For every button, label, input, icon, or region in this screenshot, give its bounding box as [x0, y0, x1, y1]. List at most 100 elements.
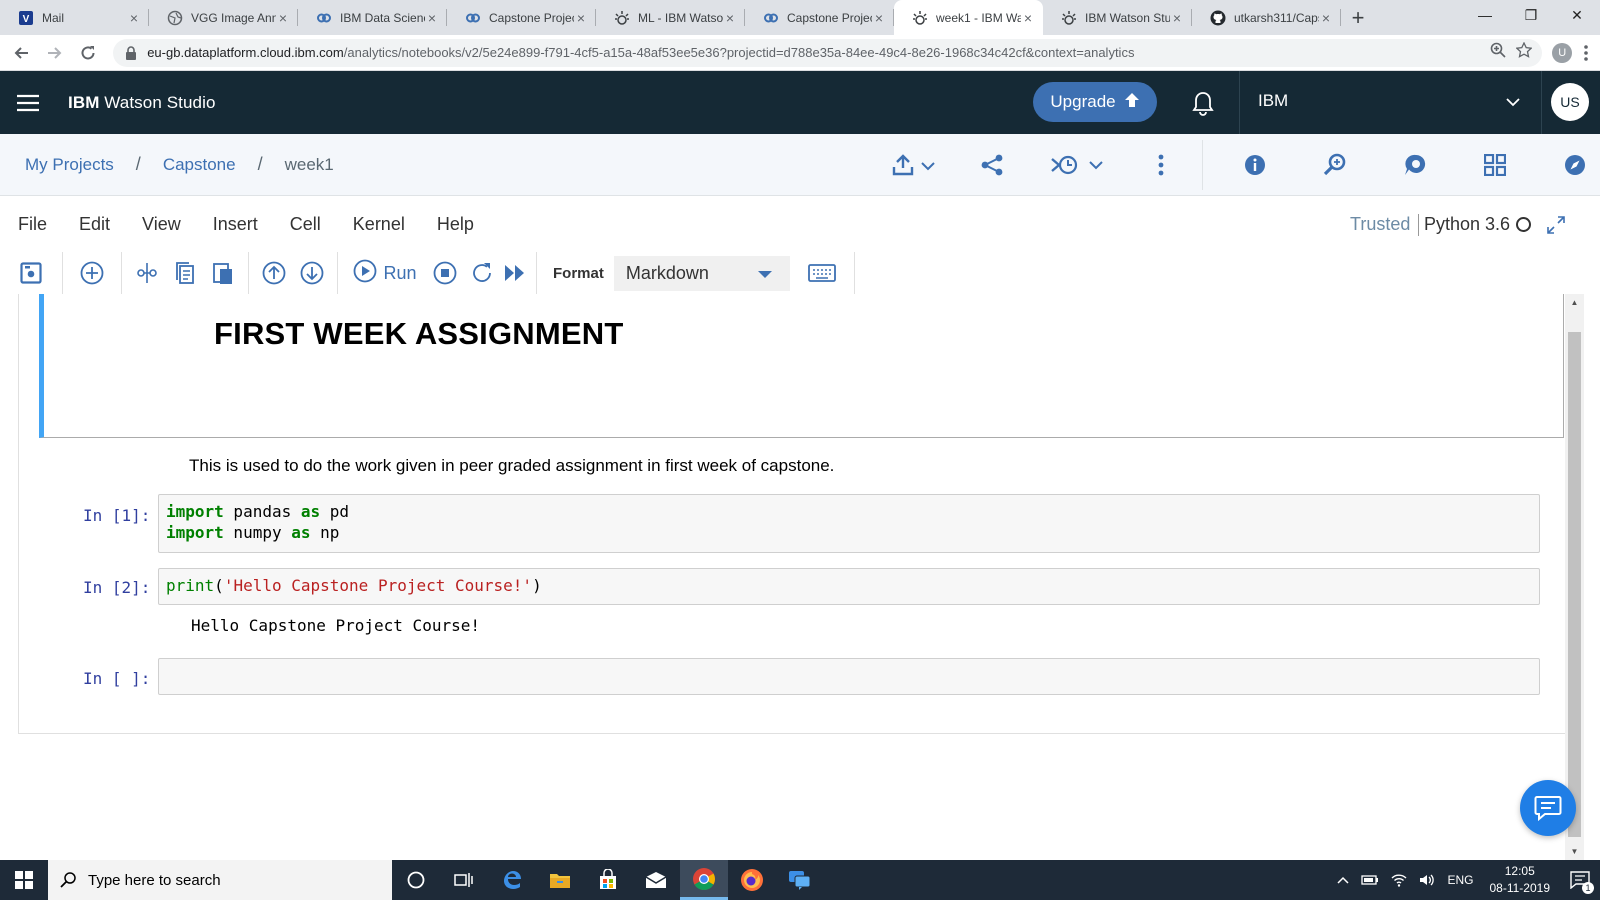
app-brand[interactable]: IBM Watson Studio	[68, 93, 216, 113]
account-name[interactable]: IBM	[1258, 91, 1288, 111]
info-icon[interactable]	[1215, 134, 1295, 196]
volume-icon[interactable]	[1413, 873, 1441, 887]
keyboard-shortcuts-icon[interactable]	[796, 252, 848, 294]
vertical-scrollbar[interactable]: ▲ ▼	[1565, 294, 1584, 860]
windows-start-icon[interactable]	[0, 860, 48, 900]
expand-icon[interactable]	[1546, 215, 1566, 240]
code-cell[interactable]: import pandas as pd import numpy as np	[158, 494, 1540, 553]
back-arrow-icon[interactable]	[4, 36, 38, 70]
new-tab-button[interactable]: +	[1341, 0, 1375, 35]
close-tab-icon[interactable]: ×	[1319, 10, 1333, 26]
cortana-icon[interactable]	[392, 860, 440, 900]
menu-insert[interactable]: Insert	[213, 214, 258, 235]
scroll-down-icon[interactable]: ▼	[1565, 843, 1584, 860]
empty-code-cell[interactable]	[158, 658, 1540, 695]
play-icon	[353, 259, 377, 288]
browser-tab[interactable]: Capstone Projec ×	[447, 0, 596, 35]
close-tab-icon[interactable]: ×	[425, 10, 439, 26]
battery-icon[interactable]	[1355, 874, 1385, 886]
url-field[interactable]: eu-gb.dataplatform.cloud.ibm.com/analyti…	[113, 38, 1543, 67]
cell-format-select[interactable]: Markdown	[613, 255, 790, 291]
task-view-icon[interactable]	[440, 860, 488, 900]
zoom-icon[interactable]	[1490, 42, 1506, 63]
markdown-cell-selected[interactable]: FIRST WEEK ASSIGNMENT	[39, 294, 1564, 438]
scrollbar-thumb[interactable]	[1568, 332, 1581, 837]
browser-tab[interactable]: IBM Watson Stu ×	[1043, 0, 1192, 35]
breadcrumb-capstone[interactable]: Capstone	[163, 155, 236, 175]
edge-browser-icon[interactable]	[488, 860, 536, 900]
save-icon[interactable]	[6, 252, 56, 294]
mail-app-icon[interactable]	[632, 860, 680, 900]
upgrade-button[interactable]: Upgrade	[1033, 82, 1157, 122]
menu-view[interactable]: View	[142, 214, 181, 235]
find-data-icon[interactable]	[1295, 134, 1375, 196]
browser-tab-active[interactable]: week1 - IBM Wa ×	[894, 0, 1043, 35]
chat-button[interactable]	[1520, 780, 1576, 836]
comments-icon[interactable]	[1375, 134, 1455, 196]
hamburger-menu-icon[interactable]	[0, 71, 56, 134]
run-button[interactable]: Run	[344, 252, 426, 294]
file-explorer-icon[interactable]	[536, 860, 584, 900]
profile-avatar[interactable]: U	[1552, 42, 1573, 63]
paste-cell-icon[interactable]	[204, 252, 242, 294]
user-avatar[interactable]: US	[1551, 83, 1589, 121]
move-up-icon[interactable]	[255, 252, 293, 294]
markdown-paragraph[interactable]: This is used to do the work given in pee…	[189, 456, 834, 476]
kernel-name[interactable]: Python 3.6	[1424, 214, 1510, 235]
breadcrumb-my-projects[interactable]: My Projects	[25, 155, 114, 175]
copy-cell-icon[interactable]	[166, 252, 204, 294]
menu-edit[interactable]: Edit	[79, 214, 110, 235]
browser-tab[interactable]: utkarsh311/Caps ×	[1192, 0, 1341, 35]
scroll-up-icon[interactable]: ▲	[1565, 294, 1584, 311]
chrome-icon[interactable]	[680, 860, 728, 900]
close-tab-icon[interactable]: ×	[1170, 10, 1184, 26]
firefox-icon[interactable]	[728, 860, 776, 900]
browser-tab[interactable]: Capstone Projec ×	[745, 0, 894, 35]
restore-icon[interactable]: ❐	[1508, 0, 1554, 30]
share-icon[interactable]	[952, 134, 1032, 196]
version-history-button[interactable]	[1032, 134, 1122, 196]
chevron-down-icon[interactable]	[1506, 94, 1520, 112]
cut-cell-icon[interactable]	[128, 252, 166, 294]
close-tab-icon[interactable]: ×	[276, 10, 290, 26]
trusted-indicator[interactable]: Trusted	[1350, 214, 1410, 235]
minimize-icon[interactable]: —	[1462, 0, 1508, 30]
code-cell[interactable]: print('Hello Capstone Project Course!')	[158, 568, 1540, 605]
wifi-icon[interactable]	[1385, 873, 1413, 887]
close-tab-icon[interactable]: ×	[127, 10, 141, 26]
taskbar-search[interactable]: Type here to search	[48, 860, 392, 900]
clock[interactable]: 12:05 08-11-2019	[1480, 863, 1561, 897]
compass-icon[interactable]	[1535, 134, 1600, 196]
browser-menu-icon[interactable]	[1572, 44, 1600, 61]
stop-icon[interactable]	[426, 252, 464, 294]
add-cell-icon[interactable]	[69, 252, 115, 294]
notification-bell-icon[interactable]	[1188, 88, 1218, 118]
fast-forward-icon[interactable]	[500, 252, 530, 294]
microsoft-store-icon[interactable]	[584, 860, 632, 900]
browser-tab[interactable]: V Mail ×	[0, 0, 149, 35]
bookmark-star-icon[interactable]	[1515, 41, 1534, 63]
browser-tab[interactable]: IBM Data Scienc ×	[298, 0, 447, 35]
feedback-app-icon[interactable]	[776, 860, 824, 900]
close-tab-icon[interactable]: ×	[872, 10, 886, 26]
reload-icon[interactable]	[71, 36, 105, 70]
menu-cell[interactable]: Cell	[290, 214, 321, 235]
close-tab-icon[interactable]: ×	[723, 10, 737, 26]
chevron-up-icon[interactable]	[1331, 876, 1355, 884]
more-options-icon[interactable]	[1122, 134, 1200, 196]
restart-kernel-icon[interactable]	[464, 252, 500, 294]
close-tab-icon[interactable]: ×	[574, 10, 588, 26]
forward-arrow-icon[interactable]	[38, 36, 72, 70]
move-down-icon[interactable]	[293, 252, 331, 294]
input-language[interactable]: ENG	[1441, 873, 1479, 887]
close-tab-icon[interactable]: ×	[1021, 10, 1035, 26]
browser-tab[interactable]: VGG Image Anno ×	[149, 0, 298, 35]
export-button[interactable]	[878, 134, 952, 196]
close-window-icon[interactable]: ✕	[1554, 0, 1600, 30]
browser-tab[interactable]: ML - IBM Watso ×	[596, 0, 745, 35]
menu-file[interactable]: File	[18, 214, 47, 235]
menu-kernel[interactable]: Kernel	[353, 214, 405, 235]
action-center-icon[interactable]: 1	[1560, 860, 1600, 900]
menu-help[interactable]: Help	[437, 214, 474, 235]
insert-assets-icon[interactable]	[1455, 134, 1535, 196]
